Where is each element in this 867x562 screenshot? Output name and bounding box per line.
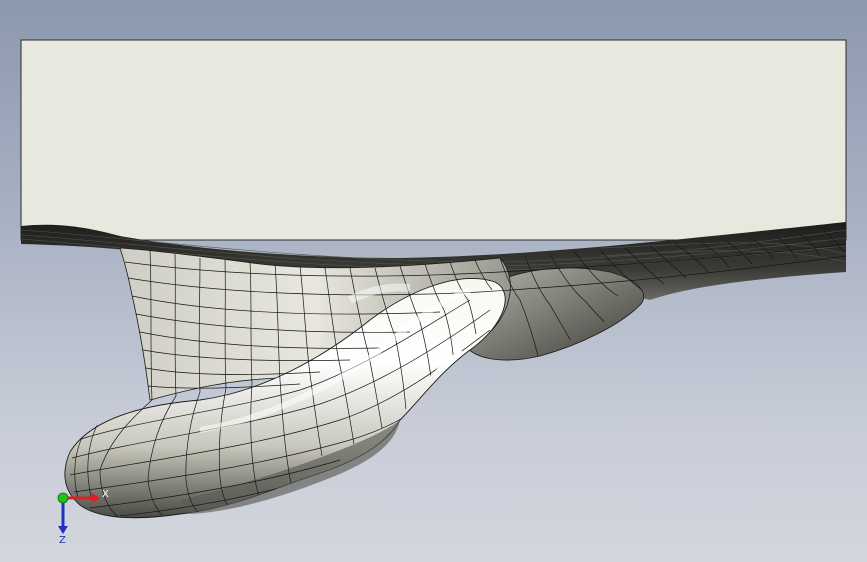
x-axis-label: X bbox=[102, 489, 109, 500]
z-axis-arrow bbox=[58, 526, 68, 534]
coordinate-triad: X Z bbox=[57, 489, 109, 544]
graphics-viewport[interactable]: X Z bbox=[0, 0, 867, 562]
x-axis-arrow bbox=[92, 493, 100, 503]
cad-model[interactable] bbox=[0, 0, 867, 562]
hull-block-face[interactable] bbox=[20, 39, 847, 241]
z-axis-label: Z bbox=[59, 535, 66, 544]
y-axis-origin bbox=[57, 492, 69, 504]
